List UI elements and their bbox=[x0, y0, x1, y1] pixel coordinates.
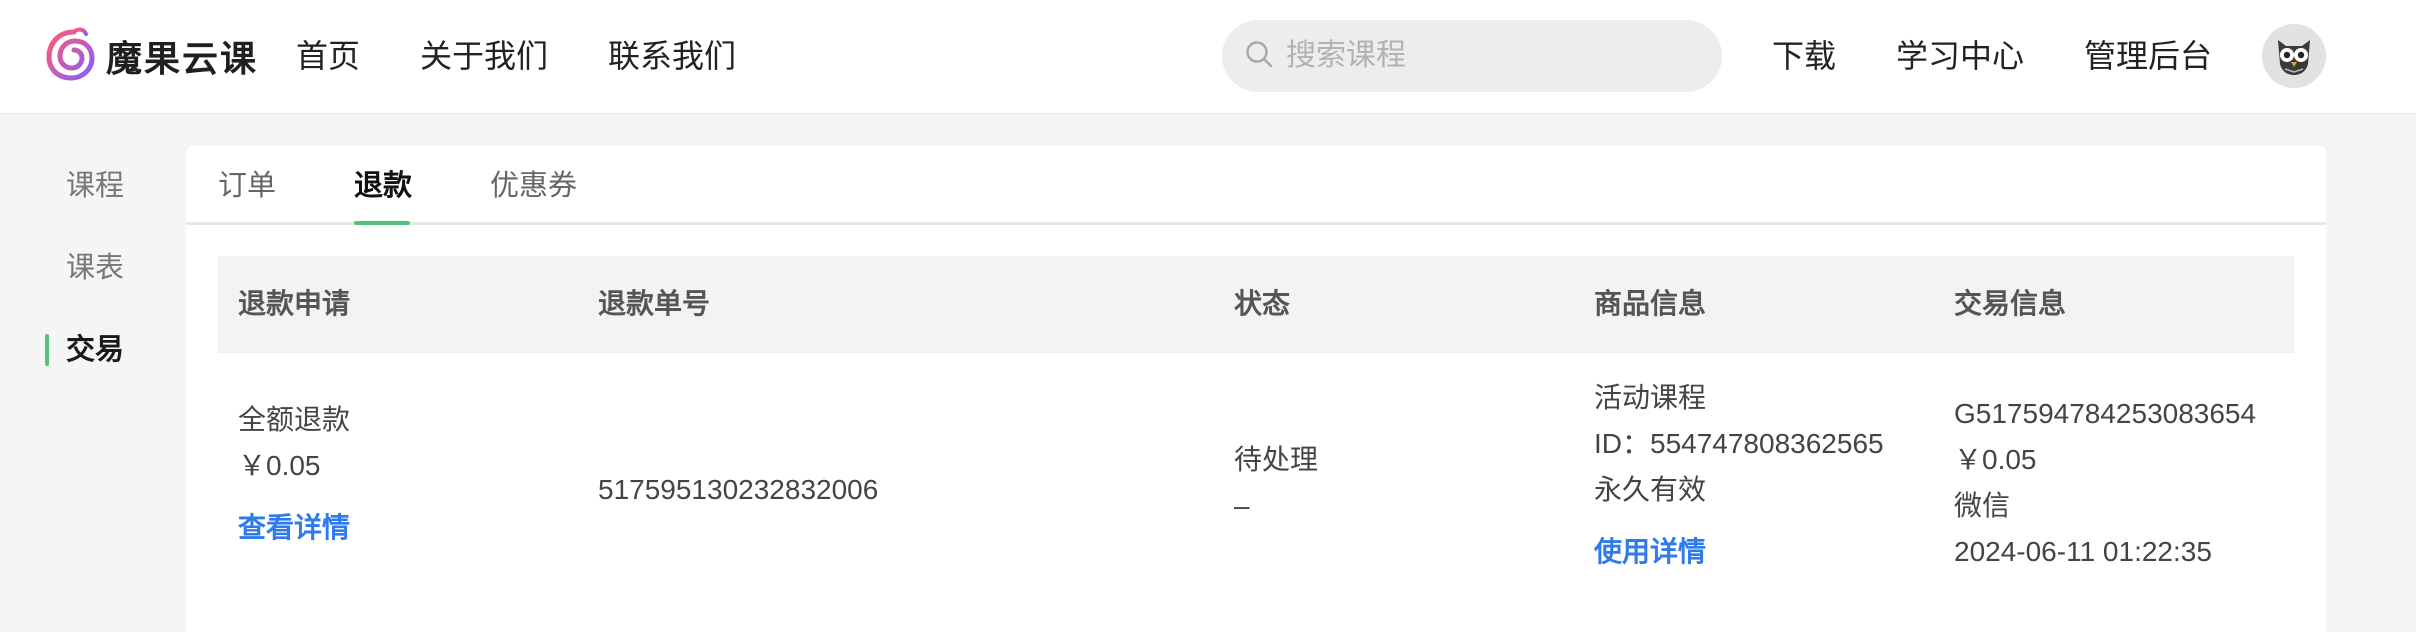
active-tab-underline bbox=[354, 221, 410, 225]
tab-orders[interactable]: 订单 bbox=[218, 166, 276, 206]
column-header-refund-request: 退款申请 bbox=[238, 288, 351, 319]
table-row: 全额退款 ￥0.05 查看详情 517595130232832006 待处理 –… bbox=[218, 352, 2294, 632]
search-input[interactable] bbox=[1286, 36, 1706, 76]
product-validity: 永久有效 bbox=[1594, 474, 1707, 505]
refund-amount: ￥0.05 bbox=[238, 450, 321, 481]
nav-contact-us[interactable]: 联系我们 bbox=[608, 36, 736, 76]
search-icon bbox=[1244, 39, 1274, 74]
trade-channel: 微信 bbox=[1954, 490, 2011, 521]
avatar[interactable] bbox=[2262, 24, 2326, 88]
refund-type: 全额退款 bbox=[238, 404, 351, 435]
product-name: 活动课程 bbox=[1594, 382, 1707, 413]
tabs-divider bbox=[186, 222, 2326, 225]
nav-admin[interactable]: 管理后台 bbox=[2084, 36, 2212, 76]
tab-coupons[interactable]: 优惠券 bbox=[490, 166, 577, 206]
nav-home[interactable]: 首页 bbox=[296, 36, 360, 76]
nav-learning-center[interactable]: 学习中心 bbox=[1896, 36, 2024, 76]
product-id: ID：554747808362565 bbox=[1594, 428, 1884, 459]
view-details-link[interactable]: 查看详情 bbox=[238, 509, 350, 547]
trade-time: 2024-06-11 01:22:35 bbox=[1954, 536, 2212, 567]
transactions-panel: 订单 退款 优惠券 退款申请 退款单号 状态 商品信息 交易信息 全额退款 ￥0… bbox=[186, 146, 2326, 632]
table-header: 退款申请 退款单号 状态 商品信息 交易信息 bbox=[218, 256, 2294, 352]
sidebar-item-courses[interactable]: 课程 bbox=[66, 166, 124, 206]
refund-number: 517595130232832006 bbox=[598, 474, 879, 505]
brand-logo[interactable]: 魔果云课 bbox=[44, 26, 259, 87]
sidebar-active-indicator bbox=[45, 334, 49, 366]
usage-details-link[interactable]: 使用详情 bbox=[1594, 533, 1706, 571]
top-header: 魔果云课 首页 关于我们 联系我们 下载 学习中心 管理后台 bbox=[0, 0, 2416, 114]
spiral-logo-icon bbox=[44, 26, 98, 87]
nav-about-us[interactable]: 关于我们 bbox=[420, 36, 548, 76]
tab-refunds[interactable]: 退款 bbox=[354, 166, 412, 206]
column-header-refund-number: 退款单号 bbox=[598, 288, 711, 319]
column-header-product-info: 商品信息 bbox=[1594, 288, 1707, 319]
sidebar-item-transactions[interactable]: 交易 bbox=[66, 330, 124, 370]
owl-avatar-icon bbox=[2270, 30, 2318, 83]
column-header-status: 状态 bbox=[1234, 288, 1291, 319]
trade-number: G517594784253083654 bbox=[1954, 398, 2257, 429]
column-header-trade-info: 交易信息 bbox=[1954, 288, 2067, 319]
nav-download[interactable]: 下载 bbox=[1772, 36, 1836, 76]
status-text: 待处理 bbox=[1234, 444, 1319, 475]
brand-name: 魔果云课 bbox=[106, 38, 259, 79]
sidebar-item-schedule[interactable]: 课表 bbox=[66, 248, 124, 288]
trade-amount: ￥0.05 bbox=[1954, 444, 2037, 475]
search-box[interactable] bbox=[1222, 20, 1722, 92]
status-sub-text: – bbox=[1234, 490, 1250, 521]
